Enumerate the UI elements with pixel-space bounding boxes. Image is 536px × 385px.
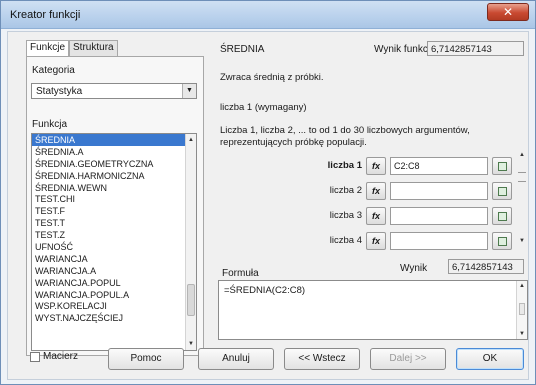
matrix-checkbox-row[interactable]: Macierz — [30, 351, 78, 362]
formula-editor[interactable]: =ŚREDNIA(C2:C8) ▲ ▼ — [218, 280, 528, 340]
category-label: Kategoria — [32, 65, 75, 76]
shrink-dialog-icon[interactable] — [492, 207, 512, 225]
shrink-dialog-icon[interactable] — [492, 157, 512, 175]
function-list-item[interactable]: WARIANCJA.POPUL.A — [32, 289, 196, 301]
argument-input[interactable]: C2:C8 — [390, 157, 488, 175]
function-list-item[interactable]: ŚREDNIA.A — [32, 146, 196, 158]
arguments-scrollbar[interactable]: ▲ ▼ — [516, 152, 528, 248]
category-value: Statystyka — [36, 86, 83, 97]
scroll-grip[interactable] — [518, 172, 526, 182]
category-dropdown[interactable]: Statystyka ▼ — [31, 83, 197, 99]
back-button[interactable]: << Wstecz — [284, 348, 360, 370]
function-list-item[interactable]: WYST.NAJCZĘŚCIEJ — [32, 312, 196, 324]
function-list-item[interactable]: WARIANCJA — [32, 253, 196, 265]
tab-functions[interactable]: Funkcje — [26, 40, 70, 57]
fx-icon[interactable]: fx — [366, 157, 386, 175]
scroll-down-icon[interactable]: ▼ — [186, 339, 196, 349]
title-bar: Kreator funkcji ✕ — [1, 1, 535, 29]
function-list-item[interactable]: WARIANCJA.POPUL — [32, 277, 196, 289]
function-list-item[interactable]: ŚREDNIA.GEOMETRYCZNA — [32, 158, 196, 170]
fx-icon[interactable]: fx — [366, 232, 386, 250]
scroll-up-icon[interactable]: ▲ — [517, 283, 527, 289]
fx-icon[interactable]: fx — [366, 207, 386, 225]
help-button[interactable]: Pomoc — [108, 348, 184, 370]
window-title: Kreator funkcji — [10, 9, 81, 21]
functions-panel: Kategoria Statystyka ▼ Funkcja ŚREDNIA ŚR… — [26, 56, 204, 356]
scroll-down-icon[interactable]: ▼ — [516, 238, 528, 248]
function-result-value: 6,7142857143 — [427, 41, 524, 56]
function-list-item[interactable]: WARIANCJA.A — [32, 265, 196, 277]
formula-scrollbar[interactable]: ▲ ▼ — [516, 281, 527, 339]
function-list-item[interactable]: ŚREDNIA.HARMONICZNA — [32, 170, 196, 182]
scroll-down-icon[interactable]: ▼ — [517, 331, 527, 337]
scroll-thumb[interactable] — [187, 284, 195, 316]
argument-label: liczba 4 — [329, 235, 362, 246]
function-name: ŚREDNIA — [220, 44, 265, 55]
scroll-thumb[interactable] — [519, 303, 525, 315]
function-result-label: Wynik funkcji — [374, 44, 433, 55]
argument-label: liczba 3 — [329, 210, 362, 221]
dialog-client-area: Funkcje Struktura Kategoria Statystyka ▼… — [7, 31, 529, 380]
formula-text: =ŚREDNIA(C2:C8) — [224, 285, 306, 296]
argument-input[interactable] — [390, 182, 488, 200]
chevron-down-icon[interactable]: ▼ — [182, 84, 196, 98]
function-wizard-window: Kreator funkcji ✕ Funkcje Struktura Kate… — [0, 0, 536, 385]
function-list-item[interactable]: ŚREDNIA — [32, 134, 196, 146]
function-list-scrollbar[interactable]: ▲ ▼ — [185, 134, 196, 350]
shrink-dialog-icon[interactable] — [492, 182, 512, 200]
shrink-dialog-icon[interactable] — [492, 232, 512, 250]
argument-label: liczba 2 — [329, 185, 362, 196]
function-label: Funkcja — [32, 119, 68, 130]
fx-icon[interactable]: fx — [366, 182, 386, 200]
function-description: Zwraca średnią z próbki. — [220, 72, 324, 83]
scroll-up-icon[interactable]: ▲ — [186, 135, 196, 145]
argument-name: liczba 1 (wymagany) — [220, 102, 307, 113]
argument-label: liczba 1 — [327, 160, 362, 171]
close-button[interactable]: ✕ — [487, 3, 529, 21]
tab-bar: Funkcje Struktura — [26, 40, 118, 57]
function-list-item[interactable]: TEST.CHI — [32, 193, 196, 205]
function-list-item[interactable]: TEST.T — [32, 217, 196, 229]
function-list-items: ŚREDNIA ŚREDNIA.A ŚREDNIA.GEOMETRYCZNA ŚRED… — [32, 134, 196, 324]
scroll-up-icon[interactable]: ▲ — [516, 152, 528, 162]
function-list-item[interactable]: TEST.Z — [32, 229, 196, 241]
function-list[interactable]: ŚREDNIA ŚREDNIA.A ŚREDNIA.GEOMETRYCZNA ŚRED… — [31, 133, 197, 351]
cancel-button[interactable]: Anuluj — [198, 348, 274, 370]
matrix-label: Macierz — [43, 351, 79, 362]
formula-label: Formuła — [222, 268, 259, 279]
next-button[interactable]: Dalej >> — [370, 348, 446, 370]
function-list-item[interactable]: ŚREDNIA.WEWN — [32, 182, 196, 194]
result-value: 6,7142857143 — [448, 259, 524, 274]
function-list-item[interactable]: UFNOŚĆ — [32, 241, 196, 253]
ok-button[interactable]: OK — [456, 348, 524, 370]
matrix-checkbox[interactable] — [30, 351, 40, 362]
result-label: Wynik — [400, 263, 428, 274]
argument-input[interactable] — [390, 232, 488, 250]
tab-structure[interactable]: Struktura — [69, 40, 118, 56]
argument-input[interactable] — [390, 207, 488, 225]
function-list-item[interactable]: TEST.F — [32, 205, 196, 217]
argument-description: Liczba 1, liczba 2, ... to od 1 do 30 li… — [220, 125, 470, 148]
function-list-item[interactable]: WSP.KORELACJI — [32, 300, 196, 312]
